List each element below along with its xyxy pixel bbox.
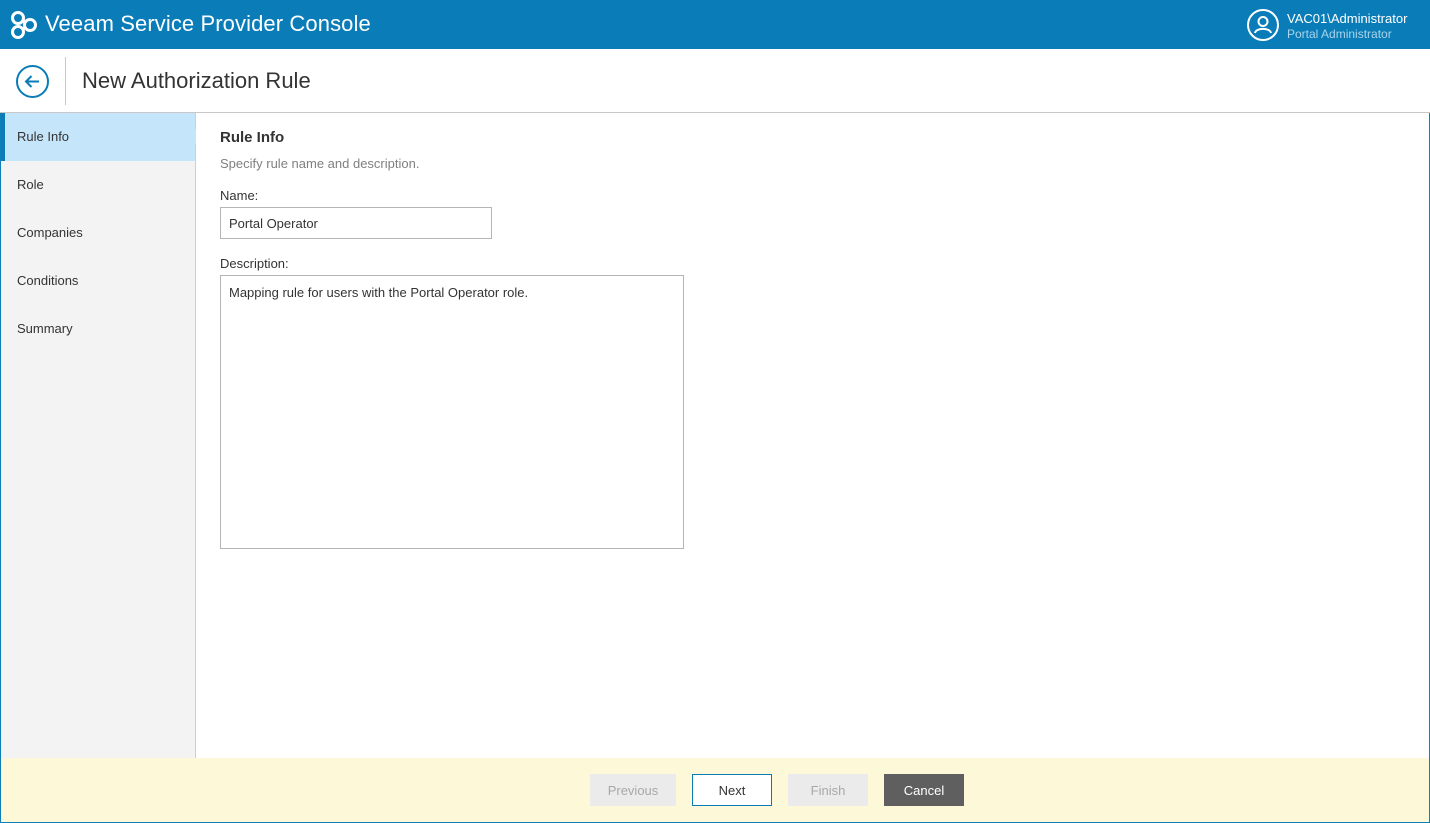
cancel-button[interactable]: Cancel <box>884 774 964 806</box>
step-role[interactable]: Role <box>1 161 195 209</box>
page-title-bar: New Authorization Rule <box>0 49 1430 113</box>
user-role: Portal Administrator <box>1287 27 1392 41</box>
section-description: Specify rule name and description. <box>220 156 420 171</box>
page-title: New Authorization Rule <box>82 68 311 93</box>
next-button[interactable]: Next <box>692 774 772 806</box>
wizard-footer: Previous Next Finish Cancel <box>1 758 1429 822</box>
step-label: Role <box>17 177 44 192</box>
wizard-content: Rule Info Specify rule name and descript… <box>196 113 1429 758</box>
arrow-left-icon <box>24 75 39 88</box>
step-summary[interactable]: Summary <box>1 305 195 353</box>
section-title: Rule Info <box>220 129 285 146</box>
app-title: Veeam Service Provider Console <box>45 11 371 36</box>
name-label: Name: <box>220 188 259 203</box>
step-label: Rule Info <box>17 129 70 144</box>
title-divider <box>65 57 66 105</box>
veeam-logo-icon <box>8 9 40 41</box>
user-name[interactable]: VAC01\Administrator <box>1287 11 1407 27</box>
wizard-steps-sidebar: Rule Info Role Companies Conditions Summ… <box>1 113 203 758</box>
step-label: Conditions <box>17 273 79 288</box>
step-companies[interactable]: Companies <box>1 209 195 257</box>
step-label: Companies <box>17 225 83 240</box>
top-header: Veeam Service Provider Console VAC01\Adm… <box>0 0 1430 49</box>
back-button[interactable] <box>16 65 49 98</box>
description-textarea[interactable]: Mapping rule for users with the Portal O… <box>220 275 684 549</box>
step-rule-info[interactable]: Rule Info <box>1 113 203 161</box>
step-conditions[interactable]: Conditions <box>1 257 195 305</box>
previous-button[interactable]: Previous <box>590 774 676 806</box>
finish-button[interactable]: Finish <box>788 774 868 806</box>
step-label: Summary <box>17 321 73 336</box>
description-label: Description: <box>220 256 289 271</box>
user-avatar-icon[interactable] <box>1247 9 1279 41</box>
name-input[interactable] <box>220 207 492 239</box>
